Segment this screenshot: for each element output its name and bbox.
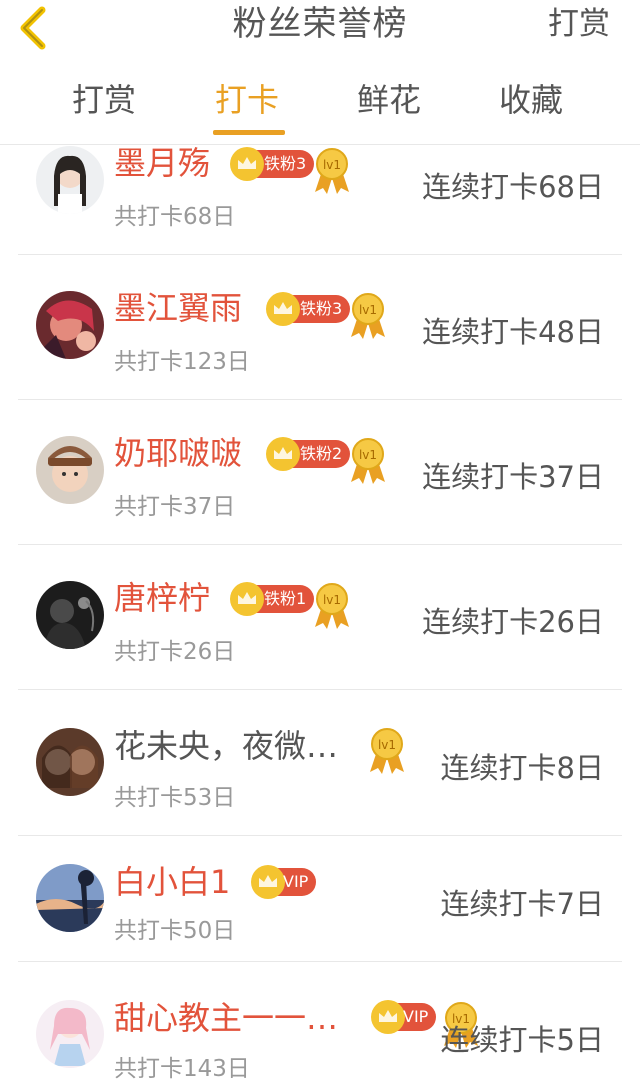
level-medal-icon: lv1: [366, 726, 408, 776]
total-days: 共打卡50日: [114, 918, 236, 944]
list-item[interactable]: 唐梓柠 铁粉1 lv1 连续打卡26日 共打卡26日: [0, 545, 640, 690]
user-name[interactable]: 唐梓柠: [114, 578, 210, 618]
user-name[interactable]: 奶耶啵啵: [114, 433, 242, 473]
tab-reward[interactable]: 打赏: [72, 78, 136, 122]
fan-badge: 铁粉3: [266, 292, 351, 326]
streak-days: 连续打卡68日: [422, 170, 604, 204]
streak-days: 连续打卡26日: [422, 605, 604, 639]
user-name[interactable]: 花未央，夜微…: [114, 726, 338, 766]
level-medal-icon: lv1: [347, 436, 389, 486]
streak-days: 连续打卡5日: [440, 1023, 604, 1057]
list-item[interactable]: 奶耶啵啵 铁粉2 lv1 连续打卡37日 共打卡37日: [0, 400, 640, 545]
avatar[interactable]: [36, 436, 104, 504]
total-days: 共打卡143日: [114, 1056, 250, 1082]
reward-button[interactable]: 打赏: [548, 2, 610, 46]
streak-days: 连续打卡7日: [440, 887, 604, 921]
list-item[interactable]: 花未央，夜微… lv1 连续打卡8日 共打卡53日: [0, 690, 640, 836]
total-days: 共打卡68日: [114, 204, 236, 230]
crown-icon: [266, 292, 300, 326]
active-tab-indicator: [213, 130, 285, 135]
avatar[interactable]: [36, 146, 104, 214]
fan-badge: 铁粉3: [230, 147, 315, 181]
avatar[interactable]: [36, 864, 104, 932]
svg-text:lv1: lv1: [323, 158, 341, 172]
crown-icon: [230, 582, 264, 616]
total-days: 共打卡26日: [114, 639, 236, 665]
page-title: 粉丝荣誉榜: [232, 4, 408, 44]
avatar[interactable]: [36, 1000, 104, 1068]
streak-days: 连续打卡37日: [422, 460, 604, 494]
crown-icon: [251, 865, 285, 899]
user-name[interactable]: 白小白1: [114, 862, 230, 902]
level-medal-icon: lv1: [311, 581, 353, 631]
list-item[interactable]: 甜心教主一一… VIP lv1 连续打卡5日 共打卡143日: [0, 962, 640, 1090]
fan-badge: 铁粉1: [230, 582, 315, 616]
total-days: 共打卡37日: [114, 494, 236, 520]
ranking-list: 墨月殇 铁粉3 lv1 连续打卡68日 共打卡68日 墨江翼雨 铁粉3 lv1 …: [0, 145, 640, 1090]
crown-icon: [230, 147, 264, 181]
tab-checkin[interactable]: 打卡: [215, 78, 279, 122]
top-bar: 粉丝荣誉榜 打赏: [0, 0, 640, 59]
list-item[interactable]: 墨江翼雨 铁粉3 lv1 连续打卡48日 共打卡123日: [0, 255, 640, 400]
tab-favorites[interactable]: 收藏: [499, 78, 563, 122]
vip-badge: VIP: [251, 865, 317, 899]
svg-text:lv1: lv1: [359, 303, 377, 317]
list-item[interactable]: 白小白1 VIP 连续打卡7日 共打卡50日: [0, 836, 640, 962]
user-name[interactable]: 墨江翼雨: [114, 288, 242, 328]
svg-text:lv1: lv1: [378, 738, 396, 752]
svg-text:lv1: lv1: [359, 448, 377, 462]
avatar[interactable]: [36, 291, 104, 359]
user-name[interactable]: 墨月殇: [114, 145, 210, 183]
avatar[interactable]: [36, 728, 104, 796]
streak-days: 连续打卡48日: [422, 315, 604, 349]
crown-icon: [266, 437, 300, 471]
level-medal-icon: lv1: [311, 146, 353, 196]
crown-icon: [371, 1000, 405, 1034]
list-item[interactable]: 墨月殇 铁粉3 lv1 连续打卡68日 共打卡68日: [0, 145, 640, 255]
vip-badge: VIP: [371, 1000, 437, 1034]
level-medal-icon: lv1: [347, 291, 389, 341]
streak-days: 连续打卡8日: [440, 751, 604, 785]
avatar[interactable]: [36, 581, 104, 649]
total-days: 共打卡123日: [114, 349, 250, 375]
tab-flowers[interactable]: 鲜花: [357, 78, 421, 122]
user-name[interactable]: 甜心教主一一…: [114, 998, 338, 1038]
tab-bar: 打赏 打卡 鲜花 收藏: [0, 58, 640, 145]
fan-badge: 铁粉2: [266, 437, 351, 471]
svg-text:lv1: lv1: [323, 593, 341, 607]
total-days: 共打卡53日: [114, 785, 236, 811]
